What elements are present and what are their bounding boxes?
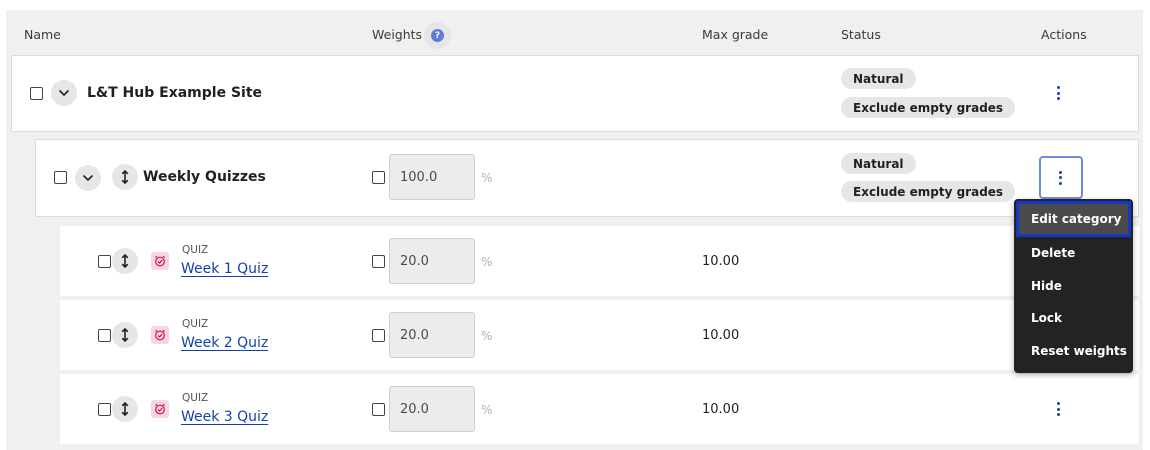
- kebab-menu-icon[interactable]: [1057, 86, 1061, 100]
- select-checkbox[interactable]: [98, 255, 111, 268]
- column-header-status: Status: [841, 27, 881, 42]
- kebab-menu-icon[interactable]: [1057, 402, 1061, 416]
- quiz-icon: [151, 400, 169, 418]
- move-handle-icon[interactable]: [112, 396, 138, 422]
- percent-sign: %: [481, 171, 493, 185]
- quiz-icon: [151, 326, 169, 344]
- select-checkbox[interactable]: [98, 329, 111, 342]
- menu-item-lock[interactable]: Lock: [1014, 303, 1133, 333]
- percent-sign: %: [481, 255, 493, 269]
- select-checkbox[interactable]: [98, 403, 111, 416]
- kebab-menu-icon: [1059, 170, 1063, 185]
- menu-item-reset-weights[interactable]: Reset weights: [1014, 336, 1133, 366]
- move-handle-icon[interactable]: [112, 248, 138, 274]
- quiz-link[interactable]: Week 2 Quiz: [181, 335, 268, 351]
- weight-input[interactable]: 20.0: [389, 386, 475, 432]
- status-badge-exclude-empty: Exclude empty grades: [841, 181, 1016, 202]
- column-header-name: Name: [24, 27, 61, 42]
- status-badge-exclude-empty: Exclude empty grades: [841, 97, 1016, 118]
- weight-override-checkbox[interactable]: [372, 329, 385, 342]
- weight-override-checkbox[interactable]: [372, 171, 385, 184]
- status-badge-natural: Natural: [841, 153, 916, 174]
- column-header-max-grade: Max grade: [702, 27, 769, 42]
- menu-item-hide[interactable]: Hide: [1014, 271, 1133, 301]
- quiz-link[interactable]: Week 3 Quiz: [181, 409, 268, 425]
- select-checkbox[interactable]: [54, 171, 67, 184]
- select-checkbox[interactable]: [30, 87, 43, 100]
- weight-input[interactable]: 20.0: [389, 312, 475, 358]
- max-grade-value: 10.00: [702, 402, 740, 417]
- column-header-actions: Actions: [1041, 27, 1087, 42]
- move-handle-icon[interactable]: [112, 164, 138, 190]
- weight-input[interactable]: 20.0: [389, 238, 475, 284]
- percent-sign: %: [481, 329, 493, 343]
- menu-item-edit-category[interactable]: Edit category: [1016, 201, 1131, 237]
- quiz-link[interactable]: Week 1 Quiz: [181, 261, 268, 277]
- item-type-label: QUIZ: [182, 318, 209, 330]
- status-badge-natural: Natural: [841, 68, 916, 89]
- item-type-label: QUIZ: [182, 392, 209, 404]
- percent-sign: %: [481, 403, 493, 417]
- collapse-chevron-icon[interactable]: [75, 165, 101, 191]
- weight-override-checkbox[interactable]: [372, 403, 385, 416]
- weight-input[interactable]: 100.0: [389, 154, 475, 200]
- weight-override-checkbox[interactable]: [372, 255, 385, 268]
- category-actions-button[interactable]: [1039, 156, 1083, 199]
- move-handle-icon[interactable]: [112, 322, 138, 348]
- question-circle-icon[interactable]: ?: [424, 22, 451, 49]
- quiz-icon: [151, 252, 169, 270]
- course-category-name: L&T Hub Example Site: [87, 85, 263, 101]
- collapse-chevron-icon[interactable]: [51, 80, 77, 106]
- max-grade-value: 10.00: [702, 328, 740, 343]
- menu-item-delete[interactable]: Delete: [1014, 238, 1133, 268]
- category-actions-menu: Edit category Delete Hide Lock Reset wei…: [1014, 199, 1133, 373]
- category-name: Weekly Quizzes: [143, 169, 266, 185]
- item-type-label: QUIZ: [182, 244, 209, 256]
- max-grade-value: 10.00: [702, 254, 740, 269]
- column-header-weights: Weights: [372, 27, 423, 42]
